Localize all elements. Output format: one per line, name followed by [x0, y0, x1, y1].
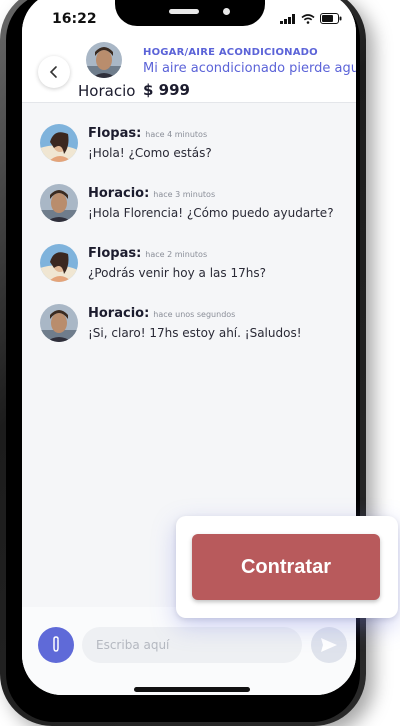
message-time: hace 4 minutos	[145, 130, 208, 139]
message-time: hace unos segundos	[153, 310, 236, 319]
attach-button[interactable]	[38, 627, 74, 663]
list-item: Horacio: hace 3 minutos ¡Hola Florencia! …	[22, 184, 356, 228]
hire-button[interactable]: Contratar	[192, 534, 380, 600]
header-price: $ 999	[143, 81, 190, 99]
message-text: ¡Hola! ¿Como estás?	[88, 146, 212, 160]
message-author: Horacio: hace unos segundos	[88, 306, 236, 321]
back-button[interactable]	[38, 56, 70, 88]
wifi-icon	[301, 13, 315, 24]
avatar	[40, 244, 78, 282]
message-input[interactable]	[82, 627, 302, 663]
message-text: ¿Podrás venir hoy a las 17hs?	[88, 266, 266, 280]
signal-icon	[280, 13, 295, 24]
message-text: ¡Si, claro! 17hs estoy ahí. ¡Saludos!	[88, 326, 302, 340]
message-composer	[22, 607, 356, 695]
header-category: HOGAR/AIRE ACONDICIONADO	[143, 47, 318, 58]
message-author: Flopas: hace 4 minutos	[88, 126, 208, 141]
chevron-left-icon	[49, 66, 57, 78]
avatar	[86, 42, 122, 78]
avatar	[40, 304, 78, 342]
status-icons	[280, 13, 342, 24]
battery-icon	[320, 13, 342, 24]
message-text: ¡Hola Florencia! ¿Cómo puedo ayudarte?	[88, 206, 334, 220]
message-author: Flopas: hace 2 minutos	[88, 246, 208, 261]
speaker-grille	[169, 9, 199, 14]
avatar	[40, 184, 78, 222]
paperclip-icon	[53, 636, 59, 652]
avatar	[40, 124, 78, 162]
list-item: Horacio: hace unos segundos ¡Si, claro! 1…	[22, 304, 356, 348]
cta-card: Contratar	[176, 516, 398, 618]
send-button[interactable]	[311, 627, 347, 663]
message-author: Horacio: hace 3 minutos	[88, 186, 216, 201]
status-time: 16:22	[52, 11, 97, 27]
message-time: hace 2 minutos	[145, 250, 208, 259]
message-time: hace 3 minutos	[153, 190, 216, 199]
camera-dot	[223, 8, 230, 15]
list-item: Flopas: hace 2 minutos ¿Podrás venir hoy …	[22, 244, 356, 288]
notch	[115, 0, 265, 26]
home-indicator	[134, 687, 250, 692]
chat-header: Horacio HOGAR/AIRE ACONDICIONADO Mi aire…	[22, 32, 356, 103]
header-title: Mi aire acondicionado pierde agua	[143, 61, 356, 76]
list-item: Flopas: hace 4 minutos ¡Hola! ¿Como estás…	[22, 124, 356, 168]
send-icon	[321, 638, 337, 652]
header-user-name: Horacio	[78, 82, 136, 100]
